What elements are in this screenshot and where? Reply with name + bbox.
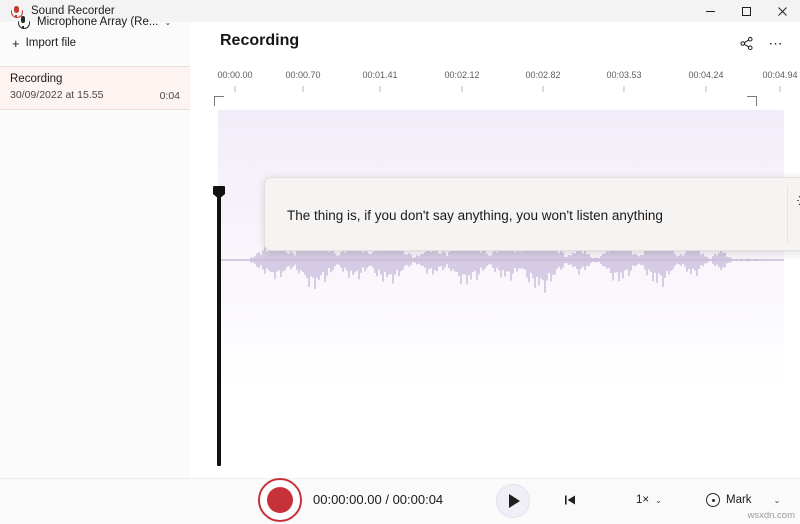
import-file-label: Import file <box>26 37 77 49</box>
ruler-tick-label: 00:02.82 <box>525 70 560 80</box>
ruler-tick-label: 00:01.41 <box>362 70 397 80</box>
ruler-tick-label: 00:00.70 <box>285 70 320 80</box>
microphone-select[interactable]: Microphone Array (Re... ⌄ <box>10 9 177 35</box>
plus-icon: + <box>12 37 20 50</box>
playback-speed-label: 1× <box>636 494 649 506</box>
selection-bracket-left <box>214 96 224 106</box>
close-icon <box>777 6 788 17</box>
time-readout: 00:00:00.00 / 00:00:04 <box>313 492 443 507</box>
transcription-text: The thing is, if you don't say anything,… <box>287 178 787 252</box>
recording-title: Recording <box>10 72 180 86</box>
waveform-area[interactable] <box>190 110 800 478</box>
more-options-button[interactable]: ⋯ <box>762 30 790 56</box>
ruler-tick: 00:00.70 <box>285 70 320 92</box>
time-separator: / <box>385 492 389 507</box>
chevron-down-icon: ⌄ <box>774 496 781 505</box>
minimize-button[interactable] <box>692 0 728 22</box>
play-icon <box>509 494 520 508</box>
maximize-button[interactable] <box>728 0 764 22</box>
divider <box>787 186 788 244</box>
gear-icon <box>796 193 800 208</box>
current-time: 00:00:00.00 <box>313 492 382 507</box>
record-button[interactable] <box>258 478 302 522</box>
watermark: wsxdn.com <box>747 510 795 521</box>
transcription-actions <box>790 187 800 213</box>
list-item[interactable]: Recording 30/09/2022 at 15.55 0:04 <box>0 66 190 110</box>
more-options-icon: ⋯ <box>769 36 784 50</box>
playhead[interactable] <box>217 194 221 466</box>
ruler-tick-label: 00:03.53 <box>606 70 641 80</box>
add-marker-label: Mark <box>726 494 752 506</box>
playback-speed-button[interactable]: 1× ⌄ <box>630 487 668 513</box>
recordings-sidebar: + Import file Recording 30/09/2022 at 15… <box>0 22 191 478</box>
header-actions: ⋯ <box>732 30 790 56</box>
chevron-down-icon: ⌄ <box>655 496 662 505</box>
ruler-tick: 00:01.41 <box>362 70 397 92</box>
skip-to-start-icon <box>562 492 578 508</box>
ruler-tick-label: 00:00.00 <box>217 70 252 80</box>
recordings-list: Recording 30/09/2022 at 15.55 0:04 <box>0 66 190 110</box>
ruler-tick-label: 00:04.94 <box>762 70 797 80</box>
maximize-icon <box>741 6 752 17</box>
play-button[interactable] <box>496 484 530 518</box>
ruler-tick-label: 00:02.12 <box>444 70 479 80</box>
microphone-label: Microphone Array (Re... <box>37 16 158 28</box>
record-icon <box>267 487 293 513</box>
ruler-tick: 00:04.94 <box>762 70 797 92</box>
skip-to-start-button[interactable] <box>556 487 584 513</box>
window-controls <box>692 0 800 22</box>
sound-recorder-window: Sound Recorder + Import file Recording 3… <box>0 0 800 523</box>
transcription-popup: The thing is, if you don't say anything,… <box>264 177 800 251</box>
editor-header: Recording ⋯ <box>190 22 800 66</box>
editor-area: Recording ⋯ 00:00.00 00:00.70 00:01.41 <box>190 22 800 478</box>
share-button[interactable] <box>732 30 760 56</box>
ruler-tick: 00:02.82 <box>525 70 560 92</box>
ruler-tick: 00:03.53 <box>606 70 641 92</box>
ruler-tick: 00:04.24 <box>688 70 723 92</box>
close-button[interactable] <box>764 0 800 22</box>
minimize-icon <box>705 6 716 17</box>
transcription-settings-button[interactable] <box>790 187 800 213</box>
ruler-tick-label: 00:04.24 <box>688 70 723 80</box>
recording-date: 30/09/2022 at 15.55 <box>10 88 180 102</box>
selection-bracket-right <box>747 96 757 106</box>
ruler-tick: 00:00.00 <box>217 70 252 92</box>
chevron-down-icon: ⌄ <box>164 18 171 27</box>
timeline-ruler[interactable]: 00:00.00 00:00.70 00:01.41 00:02.12 00:0… <box>190 70 800 110</box>
share-icon <box>739 36 754 51</box>
ruler-tick: 00:02.12 <box>444 70 479 92</box>
total-time: 00:00:04 <box>393 492 444 507</box>
recording-duration: 0:04 <box>160 90 180 102</box>
microphone-icon <box>16 15 30 29</box>
marker-icon <box>706 493 720 507</box>
page-title: Recording <box>220 32 299 50</box>
